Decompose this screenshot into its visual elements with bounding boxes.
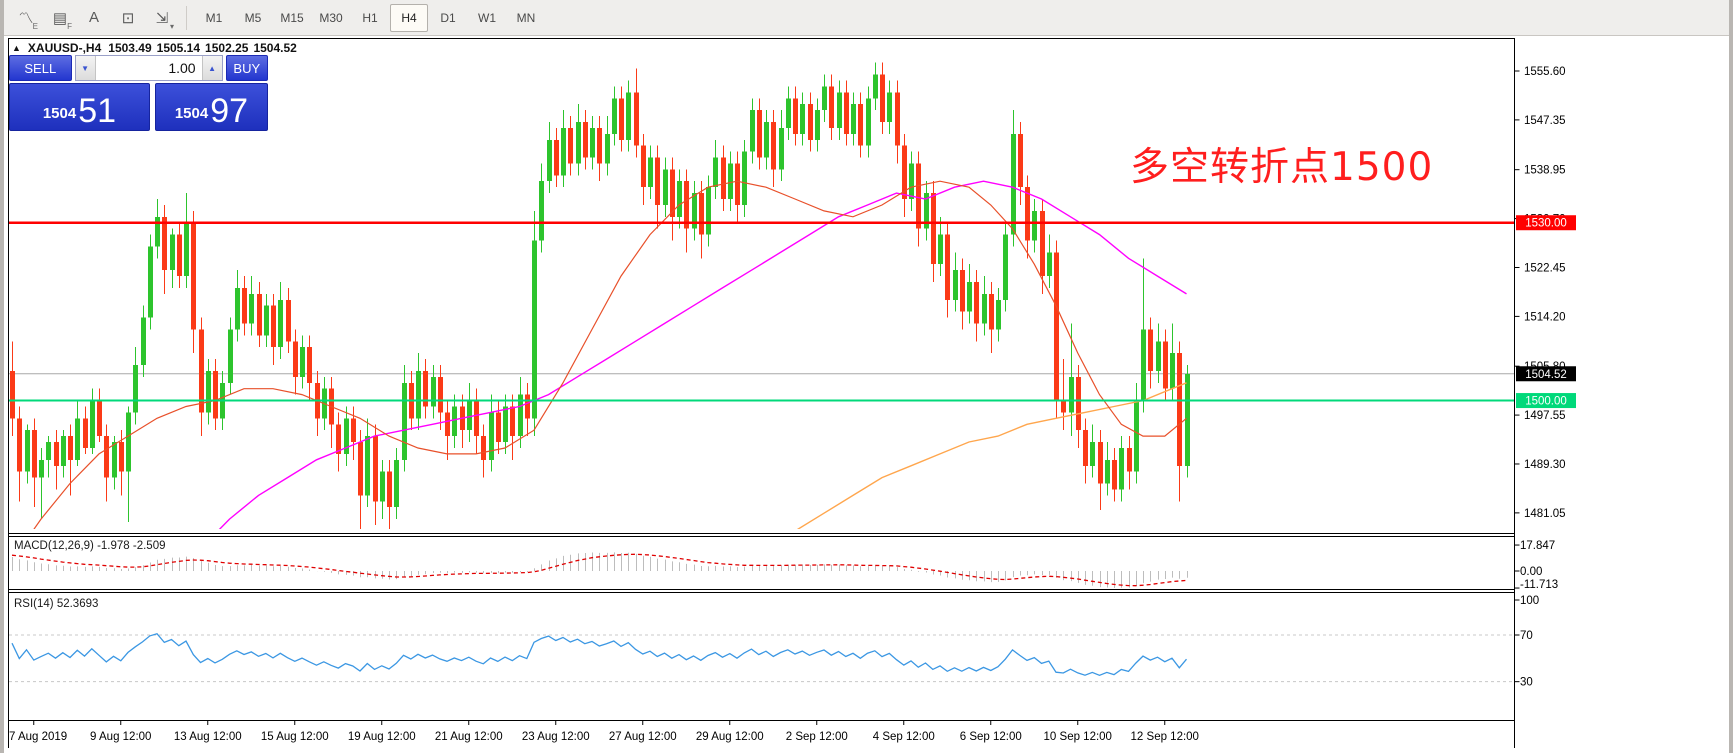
bid-price-box[interactable]: 1504 51: [9, 83, 150, 131]
svg-text:21 Aug 12:00: 21 Aug 12:00: [435, 731, 503, 743]
svg-text:30: 30: [1520, 677, 1533, 689]
svg-text:12 Sep 12:00: 12 Sep 12:00: [1131, 731, 1199, 743]
ask-price-big: 97: [210, 92, 249, 130]
svg-text:1481.05: 1481.05: [1524, 508, 1566, 520]
svg-text:MACD(12,26,9) -1.978 -2.509: MACD(12,26,9) -1.978 -2.509: [14, 540, 166, 552]
svg-text:1500.00: 1500.00: [1525, 396, 1567, 408]
one-click-trading-panel: SELL ▼ ▲ BUY 1504 51 1504 97: [9, 55, 268, 131]
svg-text:70: 70: [1520, 630, 1533, 642]
svg-text:1522.45: 1522.45: [1524, 262, 1566, 274]
svg-text:29 Aug 12:00: 29 Aug 12:00: [696, 731, 764, 743]
chart-window: ▲ XAUUSD-,H4 1503.49 1505.14 1502.25 150…: [4, 36, 1729, 753]
svg-text:7 Aug 2019: 7 Aug 2019: [9, 731, 67, 743]
trading-app-window: 〽 E ▤ F A ⊡ ⇲ ▾ M1 M5 M15 M30 H1 H4 D1 W1 MN ▲ XAUU…: [0, 0, 1733, 753]
svg-text:0.00: 0.00: [1520, 566, 1542, 578]
volume-stepper: ▼ ▲: [74, 55, 223, 81]
svg-text:-11.713: -11.713: [1520, 579, 1558, 591]
ask-price-box[interactable]: 1504 97: [154, 83, 268, 131]
high-value: 1505.14: [156, 41, 201, 55]
svg-text:10 Sep 12:00: 10 Sep 12:00: [1044, 731, 1112, 743]
volume-input[interactable]: [95, 56, 202, 80]
svg-text:13 Aug 12:00: 13 Aug 12:00: [174, 731, 242, 743]
svg-text:1489.30: 1489.30: [1524, 459, 1566, 471]
svg-text:1555.60: 1555.60: [1524, 66, 1566, 78]
svg-text:23 Aug 12:00: 23 Aug 12:00: [522, 731, 590, 743]
svg-text:1514.20: 1514.20: [1524, 311, 1566, 323]
collapse-triangle-icon[interactable]: ▲: [12, 43, 21, 53]
svg-text:1504.52: 1504.52: [1525, 369, 1567, 381]
svg-text:1538.95: 1538.95: [1524, 165, 1566, 177]
buy-button[interactable]: BUY: [225, 55, 268, 81]
svg-text:RSI(14) 52.3693: RSI(14) 52.3693: [14, 598, 98, 610]
chart-ohlc-header: ▲ XAUUSD-,H4 1503.49 1505.14 1502.25 150…: [12, 41, 297, 55]
svg-text:6 Sep 12:00: 6 Sep 12:00: [960, 731, 1022, 743]
svg-text:4 Sep 12:00: 4 Sep 12:00: [873, 731, 935, 743]
bid-price-big: 51: [78, 92, 117, 130]
low-value: 1502.25: [205, 41, 249, 55]
sell-button[interactable]: SELL: [9, 55, 72, 81]
open-value: 1503.49: [108, 41, 152, 55]
chart-annotation-text: 多空转折点1500: [1130, 145, 1434, 190]
svg-text:17.847: 17.847: [1520, 540, 1555, 552]
volume-increase-button[interactable]: ▲: [201, 56, 222, 80]
svg-text:9 Aug 12:00: 9 Aug 12:00: [90, 731, 151, 743]
symbol-label: XAUUSD-,H4: [27, 41, 102, 55]
svg-text:2 Sep 12:00: 2 Sep 12:00: [786, 731, 848, 743]
svg-text:100: 100: [1520, 595, 1539, 607]
svg-text:15 Aug 12:00: 15 Aug 12:00: [261, 731, 329, 743]
close-value: 1504.52: [253, 41, 297, 55]
svg-text:1497.55: 1497.55: [1524, 410, 1566, 422]
ask-price-small: 1504: [174, 105, 209, 122]
svg-text:27 Aug 12:00: 27 Aug 12:00: [609, 731, 677, 743]
svg-text:19 Aug 12:00: 19 Aug 12:00: [348, 731, 416, 743]
volume-decrease-button[interactable]: ▼: [75, 56, 96, 80]
bid-price-small: 1504: [42, 105, 77, 122]
svg-text:1530.00: 1530.00: [1525, 218, 1567, 230]
svg-text:1547.35: 1547.35: [1524, 115, 1566, 127]
